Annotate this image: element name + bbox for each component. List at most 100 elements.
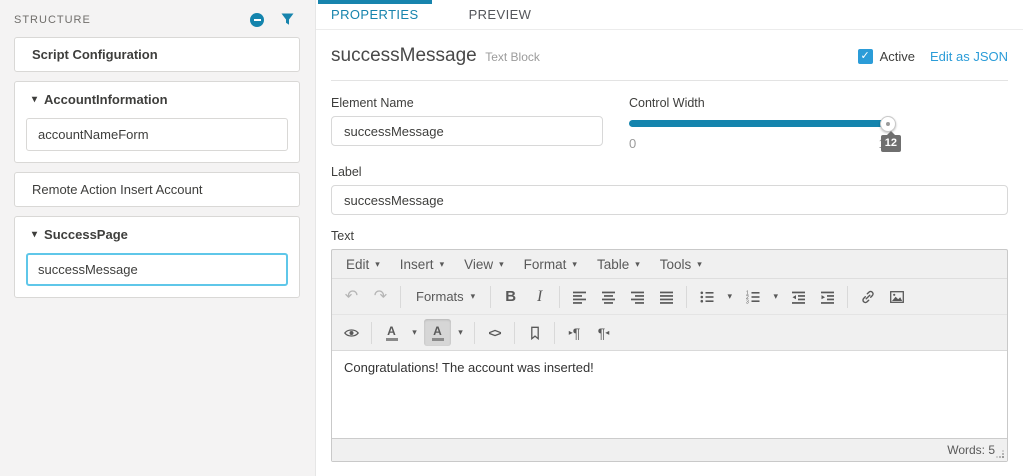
menu-table[interactable]: Table▾ — [587, 252, 650, 277]
node-label: accountNameForm — [38, 127, 149, 142]
text-color-dropdown-icon[interactable]: ▾ — [407, 319, 422, 346]
toolbar-separator — [847, 286, 848, 308]
caret-down-icon[interactable]: ▾ — [32, 95, 37, 105]
slider-handle[interactable] — [880, 116, 896, 132]
italic-button[interactable]: I — [526, 283, 553, 310]
toolbar-separator — [400, 286, 401, 308]
toolbar-separator — [554, 322, 555, 344]
toolbar-separator — [686, 286, 687, 308]
toolbar-separator — [490, 286, 491, 308]
chevron-down-icon: ▾ — [471, 292, 476, 301]
element-name-label: Element Name — [331, 96, 603, 110]
text-color-icon[interactable]: A — [378, 319, 405, 346]
control-width-slider[interactable] — [629, 116, 893, 131]
indent-icon[interactable] — [814, 283, 841, 310]
ltr-paragraph-icon[interactable]: ▸¶ — [561, 319, 588, 346]
structure-node-success-message[interactable]: successMessage — [26, 253, 288, 286]
text-field-label: Text — [331, 229, 1008, 243]
structure-node-remote-action-insert-account[interactable]: Remote Action Insert Account — [14, 172, 300, 207]
redo-button[interactable]: ↷ — [367, 283, 394, 310]
source-code-icon[interactable]: <> — [481, 319, 508, 346]
word-count: Words: 5 — [947, 443, 995, 457]
node-label: Script Configuration — [32, 47, 158, 62]
link-icon[interactable] — [854, 283, 881, 310]
align-left-icon[interactable] — [566, 283, 593, 310]
collapse-all-icon[interactable] — [250, 13, 264, 27]
rtl-paragraph-icon[interactable]: ¶◂ — [590, 319, 617, 346]
element-name-input[interactable] — [331, 116, 603, 146]
group-label: AccountInformation — [44, 92, 168, 107]
tab-bar: PROPERTIES PREVIEW — [316, 0, 1023, 30]
group-label: SuccessPage — [44, 227, 128, 242]
toolbar-separator — [559, 286, 560, 308]
menu-insert[interactable]: Insert▾ — [390, 252, 454, 277]
toolbar-separator — [371, 322, 372, 344]
label-input[interactable] — [331, 185, 1008, 215]
align-right-icon[interactable] — [624, 283, 651, 310]
align-center-icon[interactable] — [595, 283, 622, 310]
bullet-list-icon[interactable] — [693, 283, 720, 310]
structure-panel-header: STRUCTURE — [0, 8, 315, 37]
anchor-bookmark-icon[interactable] — [521, 319, 548, 346]
label-field-label: Label — [331, 165, 1008, 179]
structure-panel: STRUCTURE Script Configuration ▾ Account… — [0, 0, 315, 476]
active-checkbox[interactable]: ✓ — [858, 49, 873, 64]
check-icon: ✓ — [860, 51, 869, 62]
resize-grip[interactable] — [1002, 456, 1004, 458]
outdent-icon[interactable] — [785, 283, 812, 310]
element-type-label: Text Block — [485, 50, 540, 64]
filter-icon[interactable] — [280, 12, 295, 27]
node-label: successMessage — [38, 262, 138, 277]
menu-view[interactable]: View▾ — [454, 252, 514, 277]
background-color-icon[interactable]: A — [424, 319, 451, 346]
tab-preview[interactable]: PREVIEW — [456, 0, 545, 29]
menu-tools[interactable]: Tools▾ — [650, 252, 712, 277]
structure-group-account-information[interactable]: ▾ AccountInformation accountNameForm — [14, 81, 300, 163]
chevron-down-icon: ▾ — [375, 260, 380, 269]
editor-menubar: Edit▾ Insert▾ View▾ Format▾ Table▾ Tools… — [332, 250, 1007, 279]
background-color-dropdown-icon[interactable]: ▾ — [453, 319, 468, 346]
slider-min-label: 0 — [629, 136, 636, 151]
structure-group-success-page[interactable]: ▾ SuccessPage successMessage — [14, 216, 300, 298]
numbered-list-icon[interactable]: 123 — [739, 283, 766, 310]
header-divider — [331, 80, 1008, 81]
toolbar-separator — [514, 322, 515, 344]
preview-eye-icon[interactable] — [338, 319, 365, 346]
structure-node-script-configuration[interactable]: Script Configuration — [14, 37, 300, 72]
page-title: successMessage — [331, 45, 477, 66]
chevron-down-icon: ▾ — [499, 260, 504, 269]
slider-track[interactable] — [629, 120, 893, 127]
undo-button[interactable]: ↶ — [338, 283, 365, 310]
chevron-down-icon: ▾ — [440, 260, 445, 269]
editor-toolbar-row2: A ▾ A ▾ <> ▸¶ — [332, 315, 1007, 350]
structure-node-account-name-form[interactable]: accountNameForm — [26, 118, 288, 151]
bold-button[interactable]: B — [497, 283, 524, 310]
chevron-down-icon: ▾ — [635, 260, 640, 269]
structure-title: STRUCTURE — [14, 14, 91, 26]
active-checkbox-label: Active — [880, 49, 915, 64]
editor-content-text: Congratulations! The account was inserte… — [344, 360, 995, 375]
element-heading: successMessage Text Block — [331, 45, 540, 67]
tab-properties[interactable]: PROPERTIES — [318, 0, 432, 29]
edit-as-json-link[interactable]: Edit as JSON — [930, 49, 1008, 64]
menu-format[interactable]: Format▾ — [514, 252, 587, 277]
node-label: Remote Action Insert Account — [32, 182, 203, 197]
rich-text-editor: Edit▾ Insert▾ View▾ Format▾ Table▾ Tools… — [331, 249, 1008, 462]
chevron-down-icon: ▾ — [572, 260, 577, 269]
properties-panel: PROPERTIES PREVIEW successMessage Text B… — [315, 0, 1023, 476]
image-icon[interactable] — [883, 283, 910, 310]
caret-down-icon[interactable]: ▾ — [32, 230, 37, 240]
editor-toolbar-row1: ↶ ↷ Formats▾ B I — [332, 279, 1007, 315]
bullet-list-dropdown-icon[interactable]: ▾ — [722, 283, 737, 310]
app-root: STRUCTURE Script Configuration ▾ Account… — [0, 0, 1023, 476]
toolbar-separator — [474, 322, 475, 344]
formats-dropdown[interactable]: Formats▾ — [407, 283, 484, 310]
numbered-list-dropdown-icon[interactable]: ▾ — [768, 283, 783, 310]
chevron-down-icon: ▾ — [697, 260, 702, 269]
svg-text:3: 3 — [746, 299, 749, 304]
slider-value-badge: 12 — [881, 135, 901, 152]
align-justify-icon[interactable] — [653, 283, 680, 310]
menu-edit[interactable]: Edit▾ — [336, 252, 390, 277]
editor-content-area[interactable]: Congratulations! The account was inserte… — [332, 350, 1007, 438]
editor-statusbar: Words: 5 — [332, 438, 1007, 461]
